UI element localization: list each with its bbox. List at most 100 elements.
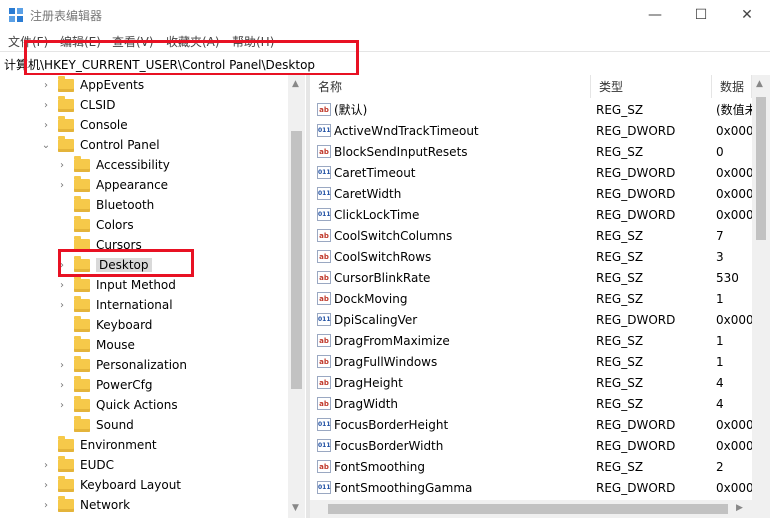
value-row[interactable]: ab DockMoving REG_SZ 1 xyxy=(310,288,770,309)
value-row[interactable]: ab DragWidth REG_SZ 4 xyxy=(310,393,770,414)
value-row[interactable]: ab DragHeight REG_SZ 4 xyxy=(310,372,770,393)
value-name: FontSmoothingGamma xyxy=(334,480,473,495)
column-header-type[interactable]: 类型 xyxy=(591,75,712,98)
expand-chevron-icon[interactable]: › xyxy=(56,355,68,375)
expand-chevron-icon[interactable]: ⌄ xyxy=(40,135,52,155)
tree-item[interactable]: › Personalization xyxy=(56,355,187,375)
tree-item[interactable]: › AppEvents xyxy=(40,75,144,95)
list-scroll-thumb[interactable] xyxy=(756,97,766,240)
tree-item[interactable]: › EUDC xyxy=(40,455,114,475)
tree-item[interactable]: Sound xyxy=(56,415,134,435)
tree-item[interactable]: › Appearance xyxy=(56,175,168,195)
value-row[interactable]: ab FontSmoothing REG_SZ 2 xyxy=(310,456,770,477)
tree-item[interactable]: › Console xyxy=(40,115,128,135)
expand-chevron-icon[interactable]: › xyxy=(56,295,68,315)
value-row[interactable]: ab CursorBlinkRate REG_SZ 530 xyxy=(310,267,770,288)
value-row[interactable]: ab BlockSendInputResets REG_SZ 0 xyxy=(310,141,770,162)
tree-item[interactable]: › Quick Actions xyxy=(56,395,178,415)
value-row[interactable]: 011 ActiveWndTrackTimeout REG_DWORD 0x000 xyxy=(310,120,770,141)
value-row[interactable]: 011 CaretTimeout REG_DWORD 0x000 xyxy=(310,162,770,183)
close-button[interactable]: ✕ xyxy=(724,0,770,30)
expand-chevron-icon[interactable]: › xyxy=(40,75,52,95)
value-row[interactable]: ab DragFromMaximize REG_SZ 1 xyxy=(310,330,770,351)
value-data: 2 xyxy=(716,459,724,474)
value-name: DockMoving xyxy=(334,291,408,306)
tree-item[interactable]: Keyboard xyxy=(56,315,152,335)
tree-item-label: Bluetooth xyxy=(96,198,155,212)
value-row[interactable]: 011 CaretWidth REG_DWORD 0x000 xyxy=(310,183,770,204)
tree-item[interactable]: › PowerCfg xyxy=(56,375,153,395)
expand-chevron-icon[interactable]: › xyxy=(40,475,52,495)
tree-item[interactable]: Mouse xyxy=(56,335,135,355)
expand-chevron-icon[interactable]: › xyxy=(56,175,68,195)
list-scroll-up-icon[interactable]: ▲ xyxy=(756,79,763,89)
tree-item[interactable]: Colors xyxy=(56,215,134,235)
list-vertical-scrollbar[interactable]: ▲ xyxy=(752,75,770,500)
value-name: FocusBorderHeight xyxy=(334,417,449,432)
scroll-up-icon[interactable]: ▲ xyxy=(292,79,299,89)
expand-chevron-icon[interactable]: › xyxy=(40,455,52,475)
scroll-down-icon[interactable]: ▼ xyxy=(292,503,299,513)
value-row[interactable]: 011 FocusBorderWidth REG_DWORD 0x000 xyxy=(310,435,770,456)
expand-chevron-icon[interactable] xyxy=(56,215,68,235)
expand-chevron-icon[interactable] xyxy=(56,335,68,355)
tree-item[interactable]: ⌄ Control Panel xyxy=(40,135,160,155)
column-header-name[interactable]: 名称 xyxy=(310,75,591,98)
expand-chevron-icon[interactable]: › xyxy=(56,395,68,415)
list-horizontal-scrollbar[interactable]: ▶ xyxy=(310,500,770,518)
folder-icon xyxy=(74,315,90,332)
tree-item[interactable]: Environment xyxy=(40,435,157,455)
minimize-button[interactable]: — xyxy=(632,0,678,30)
folder-icon xyxy=(58,115,74,132)
value-name: CursorBlinkRate xyxy=(334,270,431,285)
value-type: REG_SZ xyxy=(596,144,644,159)
string-value-icon: ab xyxy=(317,145,331,158)
value-data: 0 xyxy=(716,144,724,159)
column-header-data[interactable]: 数据 xyxy=(712,75,752,98)
value-row[interactable]: ab CoolSwitchRows REG_SZ 3 xyxy=(310,246,770,267)
value-row[interactable]: ab (默认) REG_SZ (数值未 xyxy=(310,99,770,120)
string-value-icon: ab xyxy=(317,397,331,410)
title-bar: 注册表编辑器 — ☐ ✕ xyxy=(0,0,770,30)
value-data: 1 xyxy=(716,354,724,369)
tree-item[interactable]: › Keyboard Layout xyxy=(40,475,181,495)
value-data: 0x000 xyxy=(716,312,754,327)
expand-chevron-icon[interactable]: › xyxy=(56,155,68,175)
value-row[interactable]: 011 ClickLockTime REG_DWORD 0x000 xyxy=(310,204,770,225)
maximize-button[interactable]: ☐ xyxy=(678,0,724,30)
value-row[interactable]: 011 FontSmoothingGamma REG_DWORD 0x000 xyxy=(310,477,770,498)
tree-item[interactable]: › International xyxy=(56,295,173,315)
value-data: 0x000 xyxy=(716,417,754,432)
value-type: REG_DWORD xyxy=(596,165,676,180)
value-type: REG_SZ xyxy=(596,375,644,390)
tree-item[interactable]: › Network xyxy=(40,495,130,515)
tree-vertical-scrollbar[interactable]: ▲ ▼ xyxy=(288,75,305,518)
value-row[interactable]: ab CoolSwitchColumns REG_SZ 7 xyxy=(310,225,770,246)
value-row[interactable]: ab DragFullWindows REG_SZ 1 xyxy=(310,351,770,372)
expand-chevron-icon[interactable]: › xyxy=(56,275,68,295)
value-data: 0x000 xyxy=(716,480,754,495)
value-data: 4 xyxy=(716,375,724,390)
dword-value-icon: 011 xyxy=(317,313,331,326)
expand-chevron-icon[interactable] xyxy=(56,415,68,435)
expand-chevron-icon[interactable]: › xyxy=(40,115,52,135)
expand-chevron-icon[interactable]: › xyxy=(40,95,52,115)
folder-icon xyxy=(58,135,74,152)
expand-chevron-icon[interactable] xyxy=(40,435,52,455)
value-row[interactable]: 011 DpiScalingVer REG_DWORD 0x000 xyxy=(310,309,770,330)
value-row[interactable]: 011 FocusBorderHeight REG_DWORD 0x000 xyxy=(310,414,770,435)
tree-item-label: Appearance xyxy=(96,178,169,192)
tree-item[interactable]: › Accessibility xyxy=(56,155,170,175)
string-value-icon: ab xyxy=(317,271,331,284)
scroll-right-icon[interactable]: ▶ xyxy=(736,503,743,513)
value-type: REG_SZ xyxy=(596,228,644,243)
expand-chevron-icon[interactable] xyxy=(56,195,68,215)
tree-item[interactable]: › CLSID xyxy=(40,95,115,115)
expand-chevron-icon[interactable]: › xyxy=(40,495,52,515)
tree-scroll-thumb[interactable] xyxy=(291,131,302,389)
expand-chevron-icon[interactable]: › xyxy=(56,375,68,395)
list-hscroll-thumb[interactable] xyxy=(328,504,728,514)
expand-chevron-icon[interactable] xyxy=(56,315,68,335)
tree-item[interactable]: › Input Method xyxy=(56,275,176,295)
tree-item[interactable]: Bluetooth xyxy=(56,195,154,215)
